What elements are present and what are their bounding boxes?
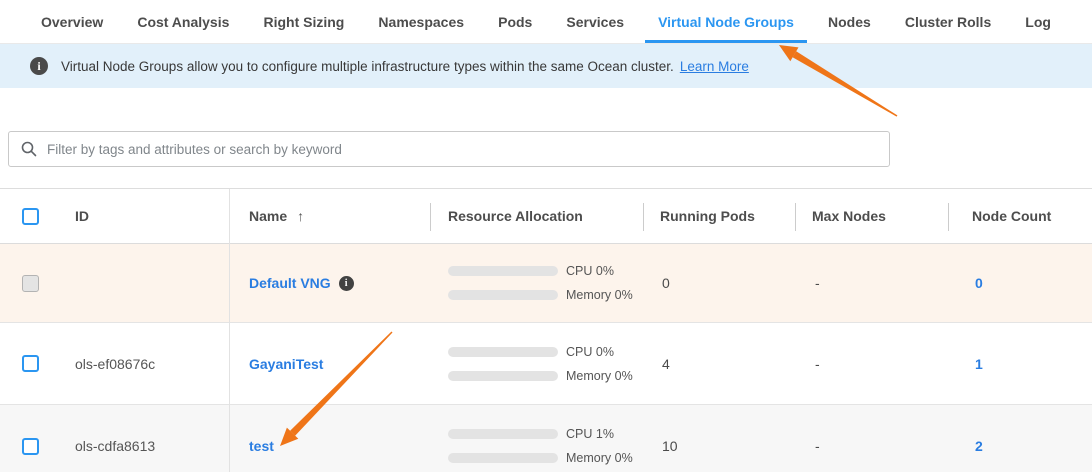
column-header-name-label: Name xyxy=(249,208,287,224)
column-header-resource-allocation: Resource Allocation xyxy=(430,208,643,224)
search-icon xyxy=(21,141,37,157)
node-count-link[interactable]: 0 xyxy=(975,275,983,291)
cpu-usage-bar xyxy=(448,347,558,357)
header-divider xyxy=(948,203,949,231)
column-header-name[interactable]: Name ↑ xyxy=(229,208,430,224)
cpu-usage-label: CPU 0% xyxy=(566,345,614,359)
tab-right-sizing[interactable]: Right Sizing xyxy=(250,0,357,43)
row-checkbox[interactable] xyxy=(22,355,39,372)
search-input[interactable] xyxy=(47,142,877,157)
max-nodes-value: - xyxy=(795,356,948,372)
memory-usage-label: Memory 0% xyxy=(566,288,633,302)
tab-overview[interactable]: Overview xyxy=(28,0,116,43)
tab-virtual-node-groups[interactable]: Virtual Node Groups xyxy=(645,0,807,43)
node-count-link[interactable]: 1 xyxy=(975,356,983,372)
name-link-default-vng[interactable]: Default VNG xyxy=(249,275,331,291)
id-column-divider xyxy=(229,189,230,472)
tab-pods[interactable]: Pods xyxy=(485,0,545,43)
filter-searchbox[interactable] xyxy=(8,131,890,167)
header-divider xyxy=(643,203,644,231)
resource-allocation: CPU 0% Memory 0% xyxy=(430,345,643,383)
table-row-default-vng: Default VNG i CPU 0% Memory 0% 0 - 0 xyxy=(0,244,1092,323)
max-nodes-value: - xyxy=(795,438,948,454)
resource-allocation: CPU 1% Memory 0% xyxy=(430,427,643,465)
row-checkbox-disabled xyxy=(22,275,39,292)
tab-services[interactable]: Services xyxy=(553,0,637,43)
column-header-node-count: Node Count xyxy=(948,208,1092,224)
learn-more-link[interactable]: Learn More xyxy=(680,59,749,74)
memory-usage-bar xyxy=(448,453,558,463)
max-nodes-value: - xyxy=(795,275,948,291)
vng-id: ols-cdfa8613 xyxy=(60,438,229,454)
banner-text: Virtual Node Groups allow you to configu… xyxy=(61,59,674,74)
column-header-running-pods: Running Pods xyxy=(643,208,795,224)
vng-id: ols-ef08676c xyxy=(60,356,229,372)
cpu-usage-label: CPU 0% xyxy=(566,264,614,278)
running-pods-value: 10 xyxy=(643,438,795,454)
column-header-max-nodes: Max Nodes xyxy=(795,208,948,224)
cpu-usage-bar xyxy=(448,266,558,276)
name-link-test[interactable]: test xyxy=(249,438,274,454)
info-icon: i xyxy=(339,276,354,291)
cpu-usage-bar xyxy=(448,429,558,439)
tab-nodes[interactable]: Nodes xyxy=(815,0,884,43)
resource-allocation: CPU 0% Memory 0% xyxy=(430,264,643,302)
tab-log[interactable]: Log xyxy=(1012,0,1064,43)
table-header-row: ID Name ↑ Resource Allocation Running Po… xyxy=(0,189,1092,244)
memory-usage-label: Memory 0% xyxy=(566,369,633,383)
tab-cost-analysis[interactable]: Cost Analysis xyxy=(124,0,242,43)
tab-bar: Overview Cost Analysis Right Sizing Name… xyxy=(0,0,1092,44)
vng-table: ID Name ↑ Resource Allocation Running Po… xyxy=(0,188,1092,472)
header-divider xyxy=(430,203,431,231)
cpu-usage-label: CPU 1% xyxy=(566,427,614,441)
memory-usage-bar xyxy=(448,371,558,381)
node-count-link[interactable]: 2 xyxy=(975,438,983,454)
sort-ascending-icon: ↑ xyxy=(297,208,304,224)
row-checkbox[interactable] xyxy=(22,438,39,455)
select-all-checkbox[interactable] xyxy=(22,208,39,225)
table-row-gayanitest: ols-ef08676c GayaniTest CPU 0% Memory 0%… xyxy=(0,323,1092,405)
info-icon: i xyxy=(30,57,48,75)
info-banner: i Virtual Node Groups allow you to confi… xyxy=(0,44,1092,88)
header-divider xyxy=(795,203,796,231)
memory-usage-label: Memory 0% xyxy=(566,451,633,465)
name-link-gayanitest[interactable]: GayaniTest xyxy=(249,356,323,372)
memory-usage-bar xyxy=(448,290,558,300)
table-row-test: ols-cdfa8613 test CPU 1% Memory 0% 10 - … xyxy=(0,405,1092,472)
running-pods-value: 0 xyxy=(643,275,795,291)
tab-namespaces[interactable]: Namespaces xyxy=(365,0,477,43)
tab-cluster-rolls[interactable]: Cluster Rolls xyxy=(892,0,1004,43)
column-header-id: ID xyxy=(60,208,229,224)
running-pods-value: 4 xyxy=(643,356,795,372)
